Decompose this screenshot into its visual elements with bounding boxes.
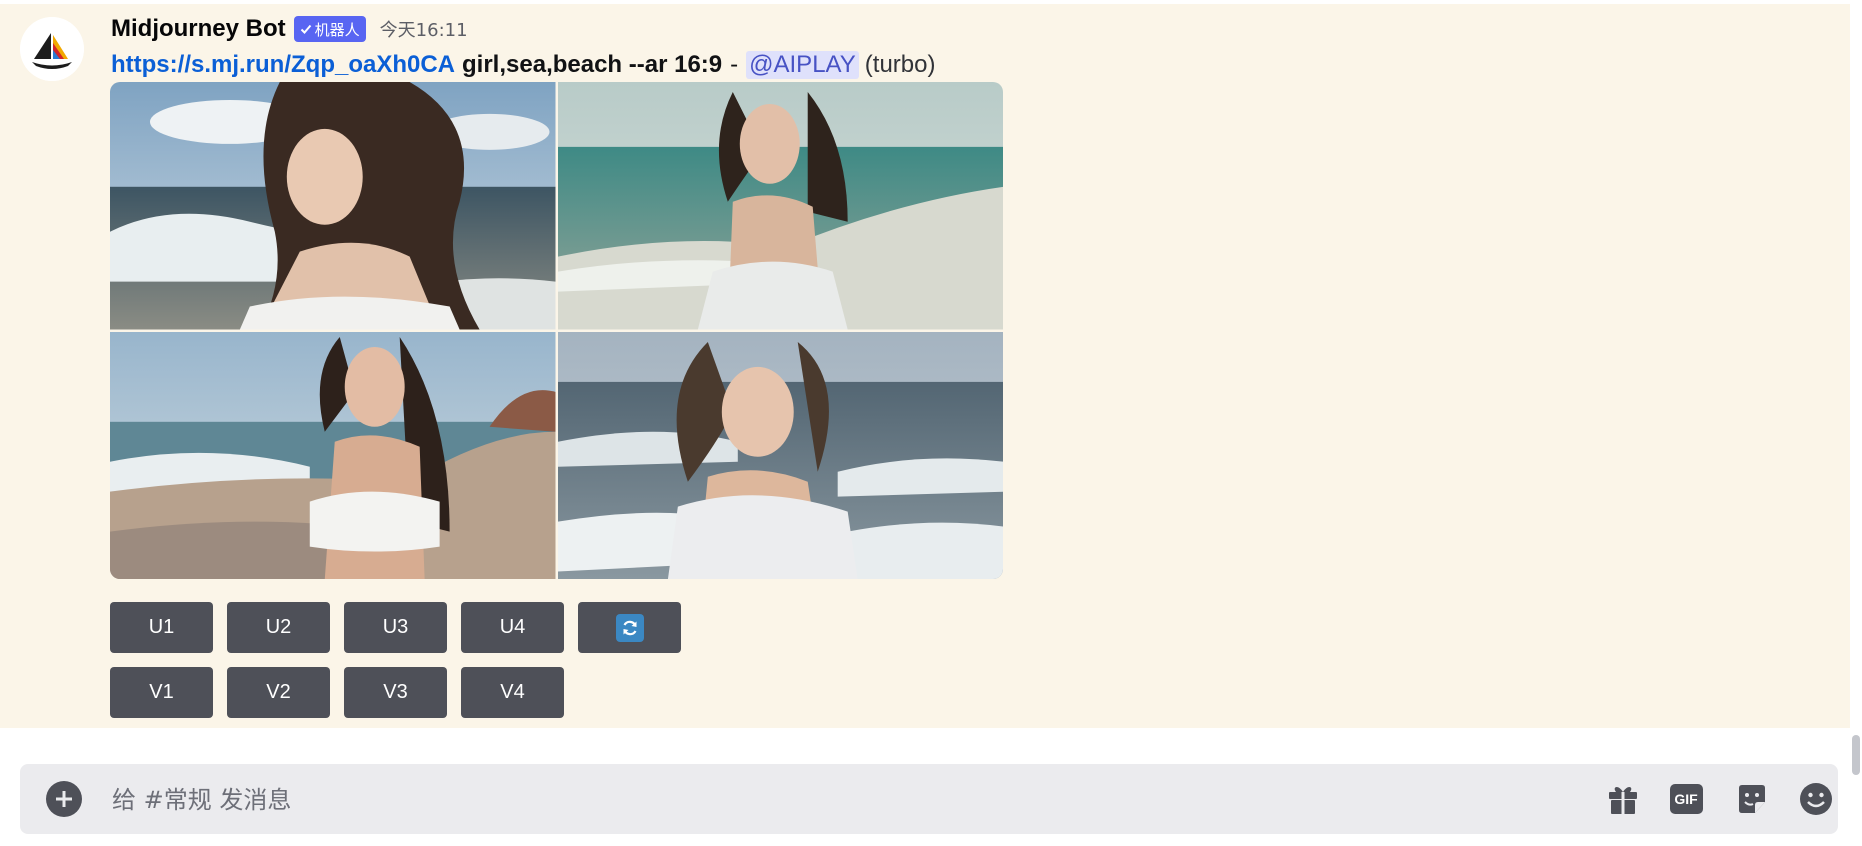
grid-image-4[interactable] <box>557 331 1003 579</box>
separator: - <box>730 51 739 78</box>
v1-button[interactable]: V1 <box>110 667 213 718</box>
sticker-icon <box>1739 785 1765 813</box>
grid-image-3[interactable] <box>110 331 556 579</box>
gift-button[interactable] <box>1605 781 1641 817</box>
image-link[interactable]: https://s.mj.run/Zqp_oaXh0CA <box>111 51 455 79</box>
username[interactable]: Midjourney Bot <box>111 15 286 43</box>
message-header: Midjourney Bot 机器人 今天16:11 <box>111 12 468 46</box>
grid-image-2[interactable] <box>557 82 1003 330</box>
u2-button[interactable]: U2 <box>227 602 330 653</box>
v3-button[interactable]: V3 <box>344 667 447 718</box>
gift-icon <box>1609 787 1637 814</box>
u1-button[interactable]: U1 <box>110 602 213 653</box>
scrollbar-thumb[interactable] <box>1852 735 1860 775</box>
v4-button[interactable]: V4 <box>461 667 564 718</box>
bot-tag: 机器人 <box>293 16 366 42</box>
v2-button[interactable]: V2 <box>227 667 330 718</box>
message: Midjourney Bot 机器人 今天16:11 https://s.mj.… <box>0 4 1850 728</box>
user-mention[interactable]: @AIPLAY <box>746 51 859 79</box>
prompt-text: girl,sea,beach --ar 16:9 <box>462 51 723 78</box>
gif-icon: GIF <box>1669 784 1703 814</box>
message-composer: GIF <box>20 764 1838 834</box>
checkmark-icon <box>300 24 311 34</box>
image-grid[interactable] <box>110 82 1003 579</box>
u3-button[interactable]: U3 <box>344 602 447 653</box>
variation-buttons: V1 V2 V3 V4 <box>110 667 564 718</box>
message-content: https://s.mj.run/Zqp_oaXh0CA girl,sea,be… <box>111 48 935 82</box>
grid-image-1[interactable] <box>110 82 556 330</box>
speed-mode: (turbo) <box>864 51 936 78</box>
bot-tag-label: 机器人 <box>314 20 360 39</box>
reroll-button[interactable] <box>578 602 681 653</box>
sticker-button[interactable] <box>1734 781 1770 817</box>
u4-button[interactable]: U4 <box>461 602 564 653</box>
sailboat-logo-icon <box>20 17 84 81</box>
gif-button[interactable]: GIF <box>1668 781 1704 817</box>
message-input[interactable] <box>110 774 1514 826</box>
emoji-icon <box>1800 783 1832 815</box>
add-icon <box>56 791 72 807</box>
reroll-icon <box>615 613 644 642</box>
bot-avatar[interactable] <box>20 17 84 81</box>
add-attachment-button[interactable] <box>46 781 82 817</box>
timestamp[interactable]: 今天16:11 <box>380 16 468 42</box>
emoji-button[interactable] <box>1798 781 1834 817</box>
upscale-buttons: U1 U2 U3 U4 <box>110 602 681 653</box>
